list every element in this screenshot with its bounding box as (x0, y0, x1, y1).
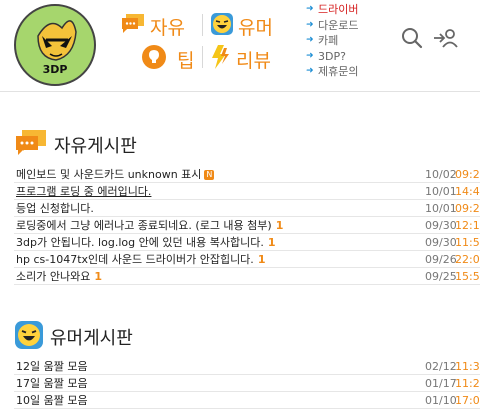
post-title[interactable]: hp cs-1047tx인데 사운드 드라이버가 안잡힙니다. (16, 253, 254, 266)
site-logo[interactable]: 3DP (14, 4, 96, 86)
comment-count: 1 (94, 270, 102, 283)
post-date: 01/10 (425, 394, 457, 407)
post-date: 09/25 (425, 270, 457, 283)
submenu-item-partnership[interactable]: ➜ 제휴문의 (306, 64, 358, 80)
comment-count: 1 (267, 236, 276, 249)
arrow-right-icon: ➜ (306, 50, 314, 61)
nav-free-board[interactable]: 자유 (120, 12, 185, 41)
submenu-item-download[interactable]: ➜ 다운로드 (306, 18, 358, 34)
post-time: 11:33 (455, 360, 480, 373)
nav-review-label: 리뷰 (236, 50, 271, 72)
board-title-label: 유머게시판 (50, 328, 133, 349)
arrow-right-icon: ➜ (306, 35, 314, 45)
post-date: 02/12 (425, 360, 457, 373)
post-time: 11:57 (455, 236, 480, 249)
list-item[interactable]: 10일 움짤 모음 01/10 17:02 (14, 392, 480, 409)
nav-divider (202, 46, 203, 68)
arrow-right-icon: ➜ (306, 4, 314, 14)
lightbulb-icon (141, 44, 167, 75)
post-time: 17:02 (455, 394, 480, 407)
post-date: 10/01 (425, 202, 457, 215)
post-time: 14:48 (455, 185, 480, 198)
submenu-item-driver[interactable]: ➜ 드라이버 (306, 2, 358, 18)
board-title[interactable]: 유머게시판 (14, 320, 480, 354)
list-item[interactable]: 소리가 안나와요 1 09/25 15:56 (14, 268, 480, 285)
post-title[interactable]: 12일 움짤 모음 (16, 358, 88, 375)
nav-divider (202, 14, 203, 36)
post-time: 22:04 (455, 253, 480, 266)
site-header: 3DP 자유 유머 팁 리뷰 ➜ 드라이버 ➜ 다운로드 ➜ 카페 ➜ 3DP? ➜ 제휴… (0, 0, 480, 92)
sub-menu: ➜ 드라이버 ➜ 다운로드 ➜ 카페 ➜ 3DP? ➜ 제휴문의 (306, 2, 358, 80)
submenu-item-about[interactable]: ➜ 3DP? (306, 49, 358, 65)
post-time: 12:10 (455, 219, 480, 232)
nav-review-board[interactable]: 리뷰 (208, 44, 271, 75)
post-title[interactable]: 프로그램 로딩 중 에러입니다. (16, 183, 151, 200)
logo-text: 3DP (42, 63, 68, 76)
post-date: 10/02 (425, 168, 457, 181)
post-date: 01/17 (425, 377, 457, 390)
board-title-label: 자유게시판 (54, 136, 137, 157)
free-board-section: 자유게시판 메인보드 및 사운드카드 unknown 표시 N 10/02 09:… (14, 128, 480, 285)
post-time: 15:56 (455, 270, 480, 283)
list-item[interactable]: 메인보드 및 사운드카드 unknown 표시N 10/02 09:25 (14, 166, 480, 183)
humor-board-section: 유머게시판 12일 움짤 모음 02/12 11:33 17일 움짤 모음 01… (14, 320, 480, 409)
list-item[interactable]: 로딩중에서 그냥 에러나고 종료되네요. (로그 내용 첨부) 1 09/30 1… (14, 217, 480, 234)
nav-tips-label: 팁 (177, 50, 195, 72)
list-item[interactable]: 17일 움짤 모음 01/17 11:21 (14, 375, 480, 392)
login-icon[interactable] (432, 26, 458, 54)
post-date: 09/30 (425, 219, 457, 232)
nav-tips-board[interactable]: 팁 (141, 44, 194, 75)
arrow-right-icon: ➜ (306, 19, 314, 30)
new-badge: N (204, 170, 215, 180)
laughing-face-icon (14, 320, 44, 355)
post-title[interactable]: 로딩중에서 그냥 에러나고 종료되네요. (로그 내용 첨부) (16, 219, 272, 232)
list-item[interactable]: 등업 신청합니다. 10/01 09:28 (14, 200, 480, 217)
chat-bubble-icon (120, 12, 146, 41)
nav-humor-board[interactable]: 유머 (210, 12, 273, 41)
post-title[interactable]: 17일 움짤 모음 (16, 375, 88, 392)
list-item[interactable]: hp cs-1047tx인데 사운드 드라이버가 안잡힙니다. 1 09/26 2… (14, 251, 480, 268)
lightning-icon (208, 44, 232, 75)
post-date: 09/30 (425, 236, 457, 249)
chat-bubble-icon (14, 128, 48, 163)
header-divider (0, 91, 480, 92)
comment-count: 1 (257, 253, 266, 266)
post-title[interactable]: 3dp가 안됩니다. log.log 안에 있던 내용 복사합니다. (16, 236, 264, 249)
post-title[interactable]: 메인보드 및 사운드카드 unknown 표시 (16, 168, 201, 181)
board-title[interactable]: 자유게시판 (14, 128, 480, 162)
post-date: 10/01 (425, 185, 457, 198)
post-time: 09:25 (455, 168, 480, 181)
post-list: 메인보드 및 사운드카드 unknown 표시N 10/02 09:25 프로그… (14, 166, 480, 285)
list-item[interactable]: 프로그램 로딩 중 에러입니다. 10/01 14:48 (14, 183, 480, 200)
comment-count: 1 (275, 219, 284, 232)
search-icon[interactable] (400, 26, 424, 54)
post-title[interactable]: 소리가 안나와요 (16, 270, 90, 283)
post-title[interactable]: 등업 신청합니다. (16, 200, 94, 217)
post-time: 09:28 (455, 202, 480, 215)
post-list: 12일 움짤 모음 02/12 11:33 17일 움짤 모음 01/17 11… (14, 358, 480, 409)
post-time: 11:21 (455, 377, 480, 390)
submenu-item-cafe[interactable]: ➜ 카페 (306, 33, 358, 49)
nav-humor-label: 유머 (238, 17, 273, 39)
post-date: 09/26 (425, 253, 457, 266)
arrow-right-icon: ➜ (306, 66, 314, 76)
post-title[interactable]: 10일 움짤 모음 (16, 392, 88, 409)
laughing-face-icon (210, 12, 234, 41)
nav-free-label: 자유 (150, 17, 185, 39)
list-item[interactable]: 12일 움짤 모음 02/12 11:33 (14, 358, 480, 375)
list-item[interactable]: 3dp가 안됩니다. log.log 안에 있던 내용 복사합니다. 1 09/3… (14, 234, 480, 251)
